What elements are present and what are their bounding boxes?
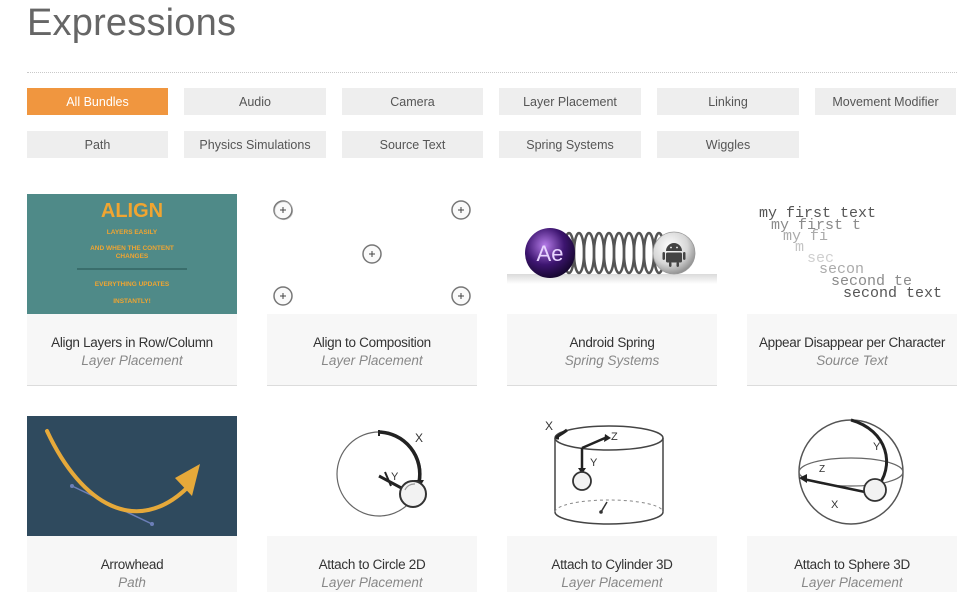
align-heading: ALIGN	[101, 200, 163, 222]
spring-coil	[562, 231, 666, 275]
card-thumbnail[interactable]: Y Z X	[747, 416, 957, 536]
card-category: Layer Placement	[321, 575, 423, 590]
filter-layer-placement[interactable]: Layer Placement	[499, 88, 641, 115]
expression-card[interactable]: ALIGN LAYERS EASILY AND WHEN THE CONTENT…	[27, 194, 237, 386]
card-thumbnail[interactable]	[267, 194, 477, 314]
card-category: Source Text	[816, 353, 888, 368]
card-title[interactable]: Attach to Circle 2D	[267, 557, 477, 572]
expression-card[interactable]: Ae Android Spring Spring Systems	[507, 194, 717, 386]
card-thumbnail[interactable]	[27, 416, 237, 536]
card-title[interactable]: Attach to Cylinder 3D	[507, 557, 717, 572]
arrowhead-icon	[175, 464, 200, 496]
crosshair-icon	[273, 286, 293, 306]
card-title[interactable]: Android Spring	[507, 335, 717, 350]
expression-card[interactable]: my first text my first t my fi m sec sec…	[747, 194, 957, 386]
align-line-5: INSTANTLY!	[113, 298, 151, 305]
crosshair-icon	[273, 200, 294, 221]
expression-card[interactable]: X Y Attach to Circle 2D Layer Placement	[267, 416, 477, 592]
align-line-3: CHANGES	[116, 253, 149, 260]
expression-card[interactable]: Align to Composition Layer Placement	[267, 194, 477, 386]
axis-y-label: Y	[590, 457, 598, 469]
text-step: second text	[843, 285, 942, 302]
axis-z-label: Z	[819, 464, 825, 475]
card-thumbnail[interactable]: my first text my first t my fi m sec sec…	[747, 194, 957, 314]
card-thumbnail[interactable]: Ae	[507, 194, 717, 314]
align-line-2: AND WHEN THE CONTENT	[90, 245, 174, 252]
ae-badge-icon: Ae	[525, 228, 575, 278]
title-divider	[27, 72, 957, 73]
align-line-4: EVERYTHING UPDATES	[95, 281, 170, 288]
card-title[interactable]: Align Layers in Row/Column	[27, 335, 237, 350]
card-title[interactable]: Appear Disappear per Character	[747, 335, 957, 350]
axis-x-label: X	[831, 499, 839, 511]
filter-audio[interactable]: Audio	[184, 88, 326, 115]
axis-y-label: Y	[873, 441, 881, 453]
text-step: my fi	[783, 228, 828, 245]
card-category: Path	[118, 575, 146, 590]
axis-x-label: X	[545, 419, 553, 433]
expression-card[interactable]: Y Z X Attach to Sphere 3D Layer Placemen…	[747, 416, 957, 592]
card-title[interactable]: Attach to Sphere 3D	[747, 557, 957, 572]
filter-source-text[interactable]: Source Text	[342, 131, 483, 158]
svg-text:Ae: Ae	[537, 241, 564, 266]
align-line-1: LAYERS EASILY	[107, 229, 158, 236]
card-thumbnail[interactable]: ALIGN LAYERS EASILY AND WHEN THE CONTENT…	[27, 194, 237, 314]
page-title: Expressions	[27, 2, 237, 44]
android-icon	[652, 231, 696, 275]
card-category: Layer Placement	[321, 353, 423, 368]
axis-x-label: X	[415, 431, 423, 445]
expression-card[interactable]: Arrowhead Path	[27, 416, 237, 592]
card-category: Spring Systems	[564, 353, 660, 368]
filter-linking[interactable]: Linking	[657, 88, 799, 115]
crosshair-icon	[451, 286, 471, 306]
crosshair-icon	[362, 244, 382, 264]
expression-card[interactable]: X Z Y Attach to Cylinder 3D Layer Placem…	[507, 416, 717, 592]
card-category: Layer Placement	[81, 353, 183, 368]
filter-all-bundles[interactable]: All Bundles	[27, 88, 168, 115]
filter-wiggles[interactable]: Wiggles	[657, 131, 799, 158]
card-category: Layer Placement	[561, 575, 663, 590]
text-step: m	[795, 239, 804, 256]
card-category: Layer Placement	[801, 575, 903, 590]
card-title[interactable]: Align to Composition	[267, 335, 477, 350]
axis-y-label: Y	[391, 471, 399, 483]
axis-z-label: Z	[611, 431, 618, 443]
card-thumbnail[interactable]: X Z Y	[507, 416, 717, 536]
filter-physics-simulations[interactable]: Physics Simulations	[184, 131, 326, 158]
card-title[interactable]: Arrowhead	[27, 557, 237, 572]
crosshair-icon	[451, 200, 471, 220]
filter-movement-modifier[interactable]: Movement Modifier	[815, 88, 956, 115]
filter-camera[interactable]: Camera	[342, 88, 483, 115]
filter-path[interactable]: Path	[27, 131, 168, 158]
filter-spring-systems[interactable]: Spring Systems	[499, 131, 641, 158]
card-thumbnail[interactable]: X Y	[267, 416, 477, 536]
